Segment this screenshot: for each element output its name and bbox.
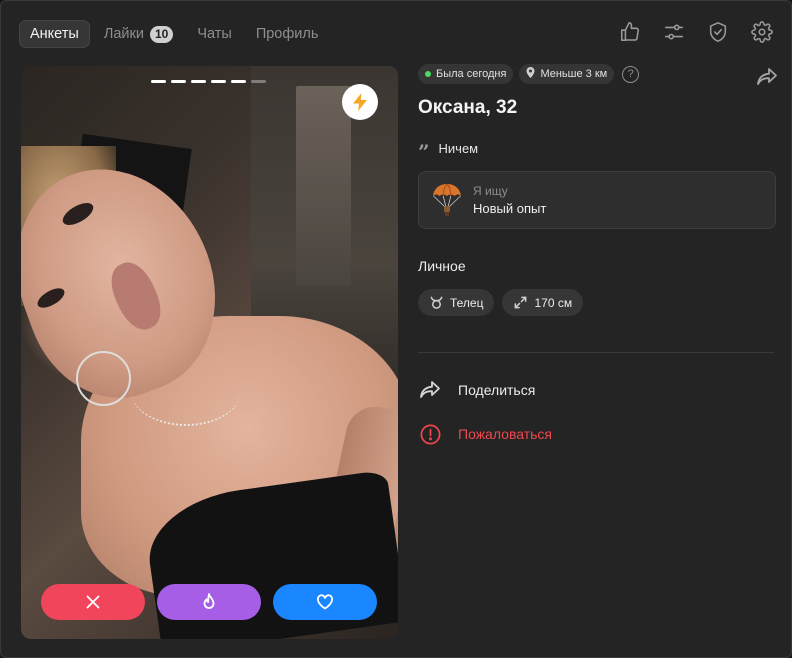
- top-nav: Анкеты Лайки 10 Чаты Профиль: [19, 20, 328, 48]
- tab-likes-label: Лайки: [103, 26, 144, 42]
- personal-section-title: Личное: [418, 258, 466, 274]
- close-icon: [86, 595, 100, 609]
- looking-for-value: Новый опыт: [473, 201, 547, 216]
- tab-profiles[interactable]: Анкеты: [19, 20, 90, 48]
- profile-details: Была сегодня Меньше 3 км ? Оксана, 32 ” …: [418, 64, 778, 444]
- share-icon[interactable]: [756, 67, 778, 87]
- distance-chip: Меньше 3 км: [519, 64, 615, 84]
- photo-progress-segment: [251, 80, 266, 83]
- tab-profile-label: Профиль: [255, 26, 319, 42]
- looking-for-text: Я ищу Новый опыт: [473, 184, 546, 216]
- status-chips: Была сегодня Меньше 3 км ?: [418, 64, 776, 84]
- profile-photo[interactable]: [21, 66, 398, 639]
- profile-name: Оксана, 32: [418, 97, 518, 118]
- zodiac-tag: Телец: [418, 289, 495, 316]
- help-icon[interactable]: ?: [622, 65, 640, 83]
- photo-progress-segment: [211, 80, 226, 83]
- photo-subject-earring: [76, 351, 131, 406]
- divider: [418, 352, 774, 353]
- thumbs-up-icon[interactable]: [619, 21, 641, 43]
- parachute-icon: [433, 183, 461, 216]
- likes-count-badge: 10: [149, 25, 174, 43]
- photo-progress-segment: [151, 80, 166, 83]
- distance-text: Меньше 3 км: [540, 68, 608, 80]
- personal-tags: Телец 170 см: [418, 289, 584, 316]
- online-status-chip: Была сегодня: [418, 64, 514, 84]
- alert-circle-icon: [418, 422, 442, 446]
- dislike-button[interactable]: [41, 584, 145, 620]
- lightning-icon: [353, 93, 367, 111]
- heart-icon: [317, 594, 333, 610]
- tab-chats[interactable]: Чаты: [187, 20, 241, 48]
- looking-for-label: Я ищу: [473, 184, 508, 198]
- swipe-actions: [41, 584, 377, 620]
- tab-likes[interactable]: Лайки 10: [94, 20, 183, 48]
- report-profile-button[interactable]: Пожаловаться: [418, 422, 552, 446]
- report-profile-label: Пожаловаться: [458, 426, 553, 442]
- online-status-text: Была сегодня: [436, 68, 507, 80]
- profile-about-text: Ничем: [438, 140, 479, 156]
- photo-progress-segment: [191, 80, 206, 83]
- tab-profiles-label: Анкеты: [30, 26, 79, 42]
- photo-progress-segment: [231, 80, 246, 83]
- quote-icon: ”: [418, 140, 430, 164]
- looking-for-card: Я ищу Новый опыт: [418, 171, 776, 229]
- gear-icon[interactable]: [751, 21, 773, 43]
- tab-chats-label: Чаты: [197, 26, 232, 42]
- boost-button[interactable]: [342, 84, 378, 120]
- photo-progress-segment: [171, 80, 186, 83]
- tab-profile[interactable]: Профиль: [246, 20, 329, 48]
- flame-icon: [203, 593, 215, 609]
- photo-progress-indicator: [151, 80, 266, 83]
- share-profile-label: Поделиться: [458, 382, 536, 398]
- zodiac-text: Телец: [450, 295, 484, 310]
- height-text: 170 см: [534, 295, 573, 310]
- shield-check-icon[interactable]: [707, 21, 729, 43]
- app-window: Анкеты Лайки 10 Чаты Профиль Была сегодн…: [0, 0, 792, 658]
- height-tag: 170 см: [502, 289, 584, 316]
- expand-arrows-icon: [515, 296, 527, 309]
- share-profile-button[interactable]: Поделиться: [418, 378, 535, 402]
- top-toolbar: [619, 21, 773, 43]
- photo-background-door: [296, 86, 351, 286]
- photo-subject-necklace: [131, 356, 241, 426]
- like-button[interactable]: [273, 584, 377, 620]
- superlike-button[interactable]: [157, 584, 261, 620]
- online-dot-icon: [425, 71, 431, 77]
- sliders-icon[interactable]: [663, 21, 685, 43]
- profile-about: ” Ничем: [418, 139, 479, 164]
- share-icon: [418, 378, 442, 402]
- location-pin-icon: [526, 67, 535, 81]
- taurus-icon: [430, 296, 443, 309]
